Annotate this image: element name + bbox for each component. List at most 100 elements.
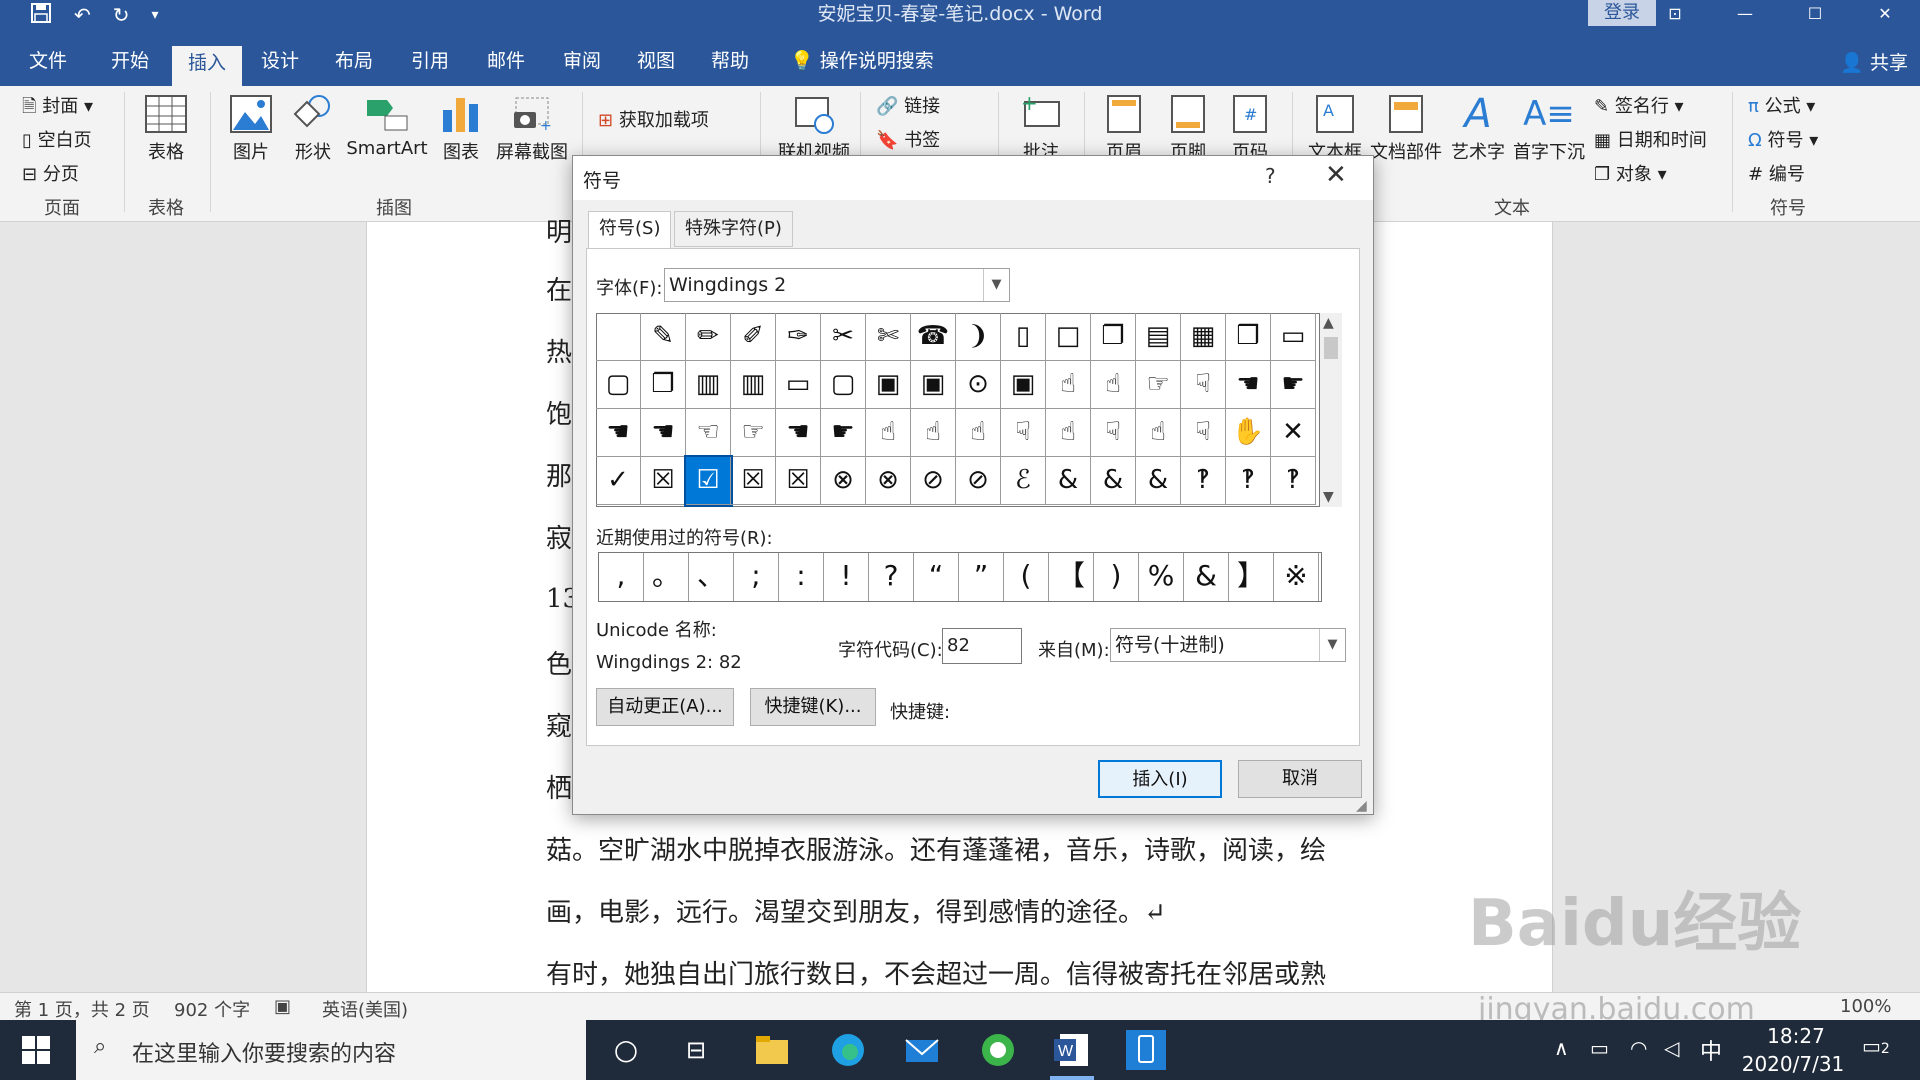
date-time-button[interactable]: ▦ 日期和时间	[1594, 126, 1707, 152]
ribbon-display-icon[interactable]: ⊡	[1640, 0, 1710, 30]
symbol-cell[interactable]: ▢	[596, 361, 641, 409]
help-icon[interactable]: ?	[1265, 164, 1276, 188]
quick-parts-button[interactable]: 文档部件	[1370, 94, 1442, 164]
symbol-cell[interactable]: ☟	[1001, 409, 1046, 457]
recent-symbol-cell[interactable]: &	[1184, 553, 1229, 601]
symbol-button[interactable]: Ω 符号 ▾	[1748, 126, 1818, 152]
tab-mailings[interactable]: 邮件	[478, 44, 534, 86]
wordart-button[interactable]: A 艺术字	[1450, 94, 1506, 164]
scroll-thumb[interactable]	[1324, 337, 1338, 359]
phone-app-icon[interactable]	[1126, 1030, 1166, 1070]
symbol-cell[interactable]	[596, 313, 641, 361]
page-break-button[interactable]: ⊟ 分页	[22, 160, 79, 186]
page-count[interactable]: 第 1 页，共 2 页	[14, 996, 150, 1022]
symbol-cell[interactable]: ☟	[1181, 409, 1226, 457]
symbol-cell[interactable]: ☝	[1046, 361, 1091, 409]
cover-page-button[interactable]: 🗎 封面 ▾	[22, 92, 93, 124]
symbol-cell[interactable]: ‽	[1271, 457, 1316, 505]
symbol-cell[interactable]: ☝	[1091, 361, 1136, 409]
file-explorer-icon[interactable]	[752, 1030, 792, 1070]
chart-button[interactable]: 图表	[438, 94, 484, 164]
share-button[interactable]: 👤 共享	[1840, 48, 1908, 75]
symbol-cell[interactable]: □	[1046, 313, 1091, 361]
task-view-icon[interactable]: ⊟	[676, 1030, 716, 1070]
tab-layout[interactable]: 布局	[326, 44, 382, 86]
recent-symbol-cell[interactable]: :	[779, 553, 824, 601]
symbol-cell[interactable]: ❐	[1091, 313, 1136, 361]
number-button[interactable]: # 编号	[1748, 160, 1805, 186]
notification-icon[interactable]: ▭2	[1862, 1034, 1890, 1058]
taskbar-search-box[interactable]: ⌕ 在这里输入你要搜索的内容	[76, 1020, 586, 1080]
symbol-cell[interactable]: ✂	[821, 313, 866, 361]
recent-symbol-cell[interactable]: 。	[644, 553, 689, 601]
browser-360-icon[interactable]	[978, 1030, 1018, 1070]
recent-symbol-cell[interactable]: ,	[599, 553, 644, 601]
symbol-cell[interactable]: ⊗	[821, 457, 866, 505]
symbol-cell[interactable]: ☟	[1091, 409, 1136, 457]
symbol-cell[interactable]: ▥	[686, 361, 731, 409]
drop-cap-button[interactable]: A≡ 首字下沉	[1512, 94, 1586, 164]
symbol-cell[interactable]: ▣	[911, 361, 956, 409]
symbol-cell[interactable]: ✋	[1226, 409, 1271, 457]
edge-browser-icon[interactable]	[828, 1030, 868, 1070]
symbol-cell[interactable]: ✑	[776, 313, 821, 361]
symbol-cell[interactable]: ☛	[821, 409, 866, 457]
proofing-icon[interactable]: ▣	[274, 996, 291, 1017]
symbol-cell[interactable]: ☚	[1226, 361, 1271, 409]
symbol-cell[interactable]: ☚	[641, 409, 686, 457]
signature-line-button[interactable]: ✎ 签名行 ▾	[1594, 92, 1684, 118]
symbol-cell[interactable]: ☞	[1136, 361, 1181, 409]
symbol-cell[interactable]: ☒	[641, 457, 686, 505]
cortana-icon[interactable]: ○	[606, 1030, 646, 1070]
blank-page-button[interactable]: ▯ 空白页	[22, 126, 92, 152]
recent-symbol-cell[interactable]: 【	[1049, 553, 1094, 601]
symbol-cell[interactable]: ▥	[731, 361, 776, 409]
symbol-cell[interactable]: ☚	[596, 409, 641, 457]
resize-grip-icon[interactable]: ◢	[1356, 798, 1367, 814]
symbol-cell[interactable]: ⊙	[956, 361, 1001, 409]
tab-file[interactable]: 文件	[22, 44, 74, 86]
recent-symbol-cell[interactable]: “	[914, 553, 959, 601]
ime-indicator[interactable]: 中	[1700, 1034, 1722, 1066]
symbol-cell[interactable]: ✓	[596, 457, 641, 505]
symbol-cell[interactable]: ✏	[686, 313, 731, 361]
word-count[interactable]: 902 个字	[174, 996, 250, 1022]
tab-insert[interactable]: 插入	[172, 46, 242, 86]
symbol-cell[interactable]: ▢	[821, 361, 866, 409]
get-addins-button[interactable]: ⊞ 获取加载项	[598, 106, 709, 132]
recent-symbol-cell[interactable]: ※	[1274, 553, 1319, 601]
screenshot-button[interactable]: + 屏幕截图	[492, 94, 572, 164]
symbol-cell[interactable]: ‽	[1226, 457, 1271, 505]
smartart-button[interactable]: SmartArt	[346, 94, 428, 159]
symbol-cell[interactable]: ☞	[731, 409, 776, 457]
chevron-down-icon[interactable]: ▼	[983, 269, 1009, 301]
symbol-cell[interactable]: ✐	[731, 313, 776, 361]
header-button[interactable]: 页眉	[1098, 94, 1150, 164]
symbol-cell[interactable]: ✄	[866, 313, 911, 361]
battery-icon[interactable]: ▭	[1590, 1036, 1609, 1060]
symbol-cell[interactable]: ☝	[911, 409, 956, 457]
symbol-cell[interactable]: ▦	[1181, 313, 1226, 361]
symbol-cell[interactable]: &	[1136, 457, 1181, 505]
recent-symbol-cell[interactable]: ”	[959, 553, 1004, 601]
show-hidden-icons[interactable]: ∧	[1554, 1036, 1569, 1060]
tab-symbols[interactable]: 符号(S)	[588, 211, 672, 249]
tab-review[interactable]: 审阅	[554, 44, 610, 86]
symbol-cell[interactable]: ❐	[641, 361, 686, 409]
volume-icon[interactable]: ◁	[1664, 1036, 1679, 1060]
network-icon[interactable]: ◠	[1630, 1036, 1647, 1060]
language-indicator[interactable]: 英语(美国)	[322, 996, 408, 1022]
recent-symbol-cell[interactable]: ;	[734, 553, 779, 601]
word-app-icon[interactable]: W	[1052, 1030, 1092, 1070]
symbol-cell[interactable]: ▤	[1136, 313, 1181, 361]
symbol-cell[interactable]: &	[1046, 457, 1091, 505]
symbol-cell[interactable]: ☒	[731, 457, 776, 505]
symbol-cell[interactable]: ☎	[911, 313, 956, 361]
tab-view[interactable]: 视图	[628, 44, 684, 86]
symbol-cell[interactable]: ▣	[1001, 361, 1046, 409]
chevron-down-icon[interactable]: ▼	[1319, 629, 1345, 661]
symbol-cell[interactable]: ▣	[866, 361, 911, 409]
tab-references[interactable]: 引用	[402, 44, 458, 86]
link-button[interactable]: 🔗 链接	[876, 92, 940, 118]
equation-button[interactable]: π 公式 ▾	[1748, 92, 1815, 118]
